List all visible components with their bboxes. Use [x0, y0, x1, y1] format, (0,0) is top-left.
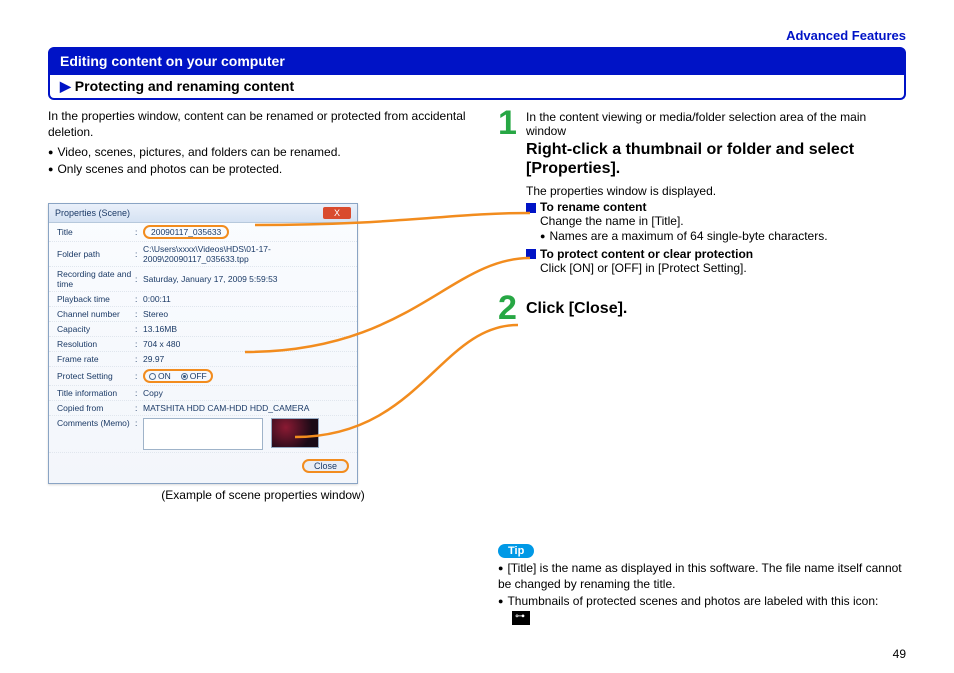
blue-square-icon [526, 203, 536, 213]
window-close-icon[interactable]: X [323, 207, 351, 219]
scene-thumbnail [271, 418, 319, 448]
subsection-title: Protecting and renaming content [75, 78, 294, 94]
tip-item-2: Thumbnails of protected scenes and photo… [498, 593, 906, 609]
step-number-2: 2 [498, 293, 520, 324]
blue-square-icon [526, 249, 536, 259]
radio-off[interactable] [181, 373, 188, 380]
row-label: Recording date and time [57, 269, 135, 289]
category-header: Advanced Features [48, 28, 906, 43]
tip-label: Tip [498, 544, 534, 558]
close-button-highlight[interactable]: Close [302, 459, 349, 473]
rename-text: Change the name in [Title]. [540, 214, 906, 228]
row-label: Comments (Memo) [57, 418, 135, 428]
row-label: Frame rate [57, 354, 135, 364]
step1-preface: In the content viewing or media/folder s… [526, 110, 906, 138]
rename-bullet: Names are a maximum of 64 single-byte ch… [540, 228, 906, 244]
row-label: Resolution [57, 339, 135, 349]
row-label: Title information [57, 388, 135, 398]
tip-item-1: [Title] is the name as displayed in this… [498, 560, 906, 592]
row-value: C:\Users\xxxx\Videos\HDS\01-17-2009\2009… [143, 244, 349, 264]
row-value: 13.16MB [143, 324, 349, 334]
play-arrow-icon: ▶ [60, 78, 71, 94]
row-value: Saturday, January 17, 2009 5:59:53 [143, 274, 349, 284]
rename-heading: To rename content [540, 200, 646, 214]
step1-after: The properties window is displayed. [526, 184, 906, 198]
comment-textarea[interactable] [143, 418, 263, 450]
intro-text: In the properties window, content can be… [48, 108, 478, 140]
radio-on[interactable] [149, 373, 156, 380]
row-value: Copy [143, 388, 349, 398]
protect-setting-highlight[interactable]: ON OFF [143, 369, 213, 383]
row-value: 29.97 [143, 354, 349, 364]
title-field-highlight[interactable]: 20090117_035633 [143, 225, 229, 239]
intro-bullet-1: Video, scenes, pictures, and folders can… [48, 144, 478, 160]
row-label: Channel number [57, 309, 135, 319]
step1-title: Right-click a thumbnail or folder and se… [526, 140, 906, 178]
row-label: Protect Setting [57, 371, 135, 381]
figure-caption: (Example of scene properties window) [48, 488, 478, 502]
step2-title: Click [Close]. [526, 299, 906, 318]
row-value: Stereo [143, 309, 349, 319]
page-number: 49 [893, 647, 906, 661]
row-label: Capacity [57, 324, 135, 334]
section-title-bar: Editing content on your computer [48, 47, 906, 75]
row-label: Title [57, 227, 135, 237]
protect-lock-icon [512, 611, 530, 625]
subsection-bar: ▶Protecting and renaming content [48, 75, 906, 100]
window-title: Properties (Scene) [55, 208, 130, 218]
row-value: MATSHITA HDD CAM-HDD HDD_CAMERA [143, 403, 349, 413]
row-label: Copied from [57, 403, 135, 413]
row-value: 0:00:11 [143, 294, 349, 304]
intro-bullet-2: Only scenes and photos can be protected. [48, 161, 478, 177]
protect-heading: To protect content or clear protection [540, 247, 753, 261]
row-label: Folder path [57, 249, 135, 259]
step-number-1: 1 [498, 108, 520, 275]
protect-text: Click [ON] or [OFF] in [Protect Setting]… [540, 261, 906, 275]
properties-window-figure: Properties (Scene) X Title:20090117_0356… [48, 203, 358, 484]
row-value: 704 x 480 [143, 339, 349, 349]
row-label: Playback time [57, 294, 135, 304]
